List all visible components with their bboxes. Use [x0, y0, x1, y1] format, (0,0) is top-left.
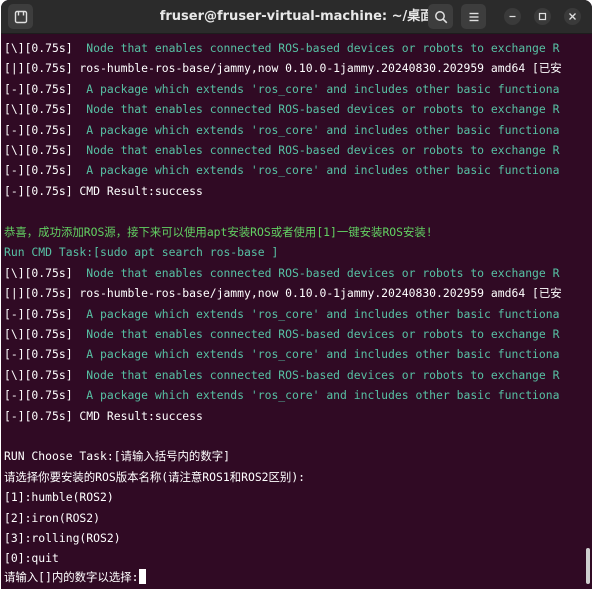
terminal-line: [\][0.75s] Node that enables connected R…	[4, 365, 559, 385]
line-prefix: [\][0.75s]	[4, 266, 73, 280]
line-text: ros-humble-ros-base/jammy,now 0.10.0-1ja…	[72, 61, 562, 75]
close-icon	[569, 13, 576, 20]
terminal-window: fruser@fruser-virtual-machine: ~/桌面 [\][…	[1, 0, 592, 589]
line-text: [0]:quit	[4, 551, 59, 565]
line-text: Run CMD Task:[sudo apt search ros-base ]	[4, 245, 279, 259]
line-prefix: [\][0.75s]	[4, 41, 73, 55]
line-text: A package which extends 'ros_core' and i…	[72, 307, 560, 321]
line-text: A package which extends 'ros_core' and i…	[72, 163, 560, 177]
line-prefix: [-][0.75s]	[4, 184, 73, 198]
line-prefix: [-][0.75s]	[4, 307, 73, 321]
line-text: Node that enables connected ROS-based de…	[72, 41, 560, 55]
terminal-line: 请选择你要安装的ROS版本名称(请注意ROS1和ROS2区别):	[4, 467, 305, 487]
line-prefix: [-][0.75s]	[4, 163, 73, 177]
terminal-prompt-line[interactable]: 请输入[]内的数字以选择:	[4, 567, 147, 587]
line-text: [3]:rolling(ROS2)	[4, 531, 121, 545]
line-text: Node that enables connected ROS-based de…	[72, 327, 560, 341]
terminal-line: [2]:iron(ROS2)	[4, 508, 100, 528]
line-prefix: [\][0.75s]	[4, 327, 73, 341]
line-prefix: [\][0.75s]	[4, 368, 73, 382]
terminal-line: [1]:humble(ROS2)	[4, 487, 114, 507]
prompt-text: 请输入[]内的数字以选择:	[4, 570, 139, 584]
line-prefix: [|][0.75s]	[4, 286, 73, 300]
line-text: CMD Result:success	[72, 409, 203, 423]
hamburger-menu-icon	[469, 12, 478, 21]
line-prefix: [|][0.75s]	[4, 61, 73, 75]
terminal-line: [|][0.75s] ros-humble-ros-base/jammy,now…	[4, 283, 562, 303]
terminal-line: [-][0.75s] CMD Result:success	[4, 406, 203, 426]
line-text: [2]:iron(ROS2)	[4, 511, 101, 525]
menu-button[interactable]	[461, 4, 486, 29]
line-text: Node that enables connected ROS-based de…	[72, 266, 560, 280]
terminal-line: [-][0.75s] A package which extends 'ros_…	[4, 385, 559, 405]
minimize-button[interactable]	[504, 8, 521, 25]
line-text: [1]:humble(ROS2)	[4, 490, 114, 504]
terminal-line: [\][0.75s] Node that enables connected R…	[4, 263, 559, 283]
line-text: ros-humble-ros-base/jammy,now 0.10.0-1ja…	[72, 286, 562, 300]
line-prefix: [-][0.75s]	[4, 388, 73, 402]
terminal-line: [\][0.75s] Node that enables connected R…	[4, 38, 559, 58]
line-prefix: [-][0.75s]	[4, 123, 73, 137]
maximize-button[interactable]	[534, 8, 551, 25]
window-title-text: fruser@fruser-virtual-machine: ~/桌面	[159, 9, 434, 24]
line-text: A package which extends 'ros_core' and i…	[72, 82, 560, 96]
terminal-line: [-][0.75s] A package which extends 'ros_…	[4, 79, 559, 99]
terminal-line: [-][0.75s] A package which extends 'ros_…	[4, 120, 559, 140]
line-text: CMD Result:success	[72, 184, 203, 198]
line-text: A package which extends 'ros_core' and i…	[72, 123, 560, 137]
terminal-line: [-][0.75s] A package which extends 'ros_…	[4, 304, 559, 324]
search-icon	[434, 10, 447, 23]
line-text: A package which extends 'ros_core' and i…	[72, 347, 560, 361]
line-prefix: [-][0.75s]	[4, 347, 73, 361]
line-text: 恭喜，成功添加ROS源，接下来可以使用apt安装ROS或者使用[1]一键安装RO…	[4, 225, 433, 239]
scrollbar-thumb[interactable]	[586, 548, 590, 584]
terminal-line: [\][0.75s] Node that enables connected R…	[4, 99, 559, 119]
terminal-line: [-][0.75s] A package which extends 'ros_…	[4, 160, 559, 180]
line-prefix: [\][0.75s]	[4, 102, 73, 116]
terminal-line: [-][0.75s] A package which extends 'ros_…	[4, 344, 559, 364]
line-text: RUN Choose Task:[请输入括号内的数字]	[4, 449, 230, 463]
line-text: Node that enables connected ROS-based de…	[72, 368, 560, 382]
line-text: Node that enables connected ROS-based de…	[72, 102, 560, 116]
terminal-output[interactable]: [\][0.75s] Node that enables connected R…	[1, 34, 581, 589]
line-text: 请选择你要安装的ROS版本名称(请注意ROS1和ROS2区别):	[4, 470, 306, 484]
terminal-line: 恭喜，成功添加ROS源，接下来可以使用apt安装ROS或者使用[1]一键安装RO…	[4, 222, 433, 242]
terminal-line: [0]:quit	[4, 548, 59, 568]
terminal-line: [3]:rolling(ROS2)	[4, 528, 121, 548]
line-prefix: [-][0.75s]	[4, 82, 73, 96]
line-text: Node that enables connected ROS-based de…	[72, 143, 560, 157]
terminal-line: [|][0.75s] ros-humble-ros-base/jammy,now…	[4, 58, 562, 78]
terminal-line: [\][0.75s] Node that enables connected R…	[4, 324, 559, 344]
close-button[interactable]	[564, 8, 581, 25]
maximize-icon	[538, 12, 547, 21]
terminal-line: RUN Choose Task:[请输入括号内的数字]	[4, 446, 230, 466]
minimize-icon	[509, 15, 516, 18]
line-text: A package which extends 'ros_core' and i…	[72, 388, 560, 402]
terminal-line: [\][0.75s] Node that enables connected R…	[4, 140, 559, 160]
title-bar: fruser@fruser-virtual-machine: ~/桌面	[1, 0, 592, 34]
terminal-line: Run CMD Task:[sudo apt search ros-base ]	[4, 242, 278, 262]
text-cursor	[139, 569, 147, 584]
terminal-line: [-][0.75s] CMD Result:success	[4, 181, 203, 201]
line-prefix: [-][0.75s]	[4, 409, 73, 423]
search-button[interactable]	[428, 4, 453, 29]
line-prefix: [\][0.75s]	[4, 143, 73, 157]
